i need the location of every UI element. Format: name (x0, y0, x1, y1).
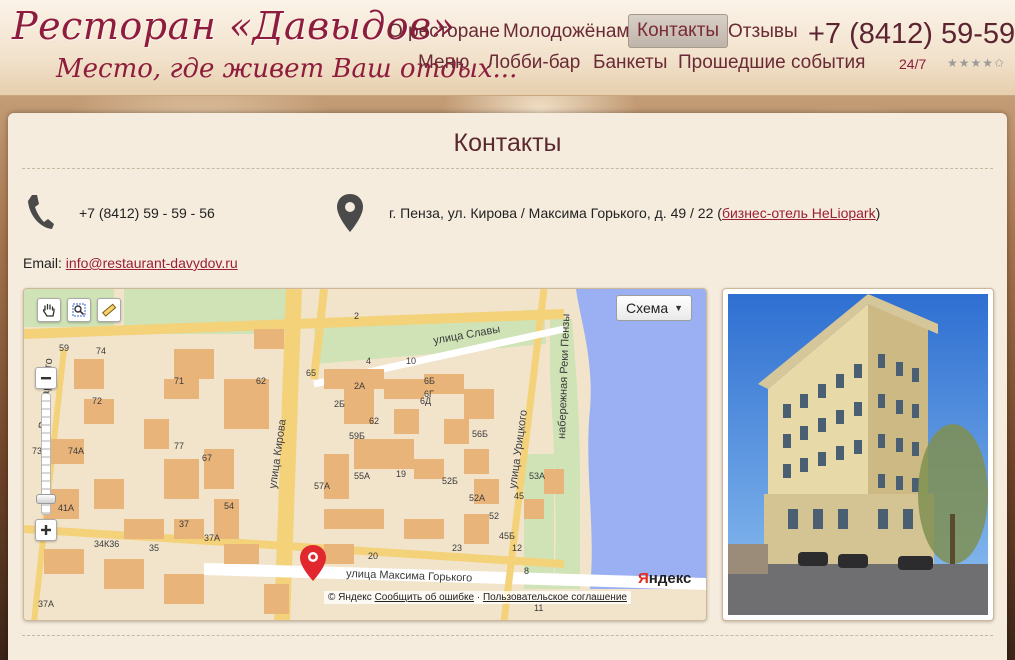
house-number: 10 (406, 356, 416, 366)
house-number: 23 (452, 543, 462, 553)
contact-address: г. Пенза, ул. Кирова / Максима Горького,… (389, 205, 880, 221)
phone-icon (25, 193, 55, 235)
house-number: 8 (524, 566, 529, 576)
house-number: 74А (68, 446, 84, 456)
house-number: 2А (354, 381, 365, 391)
nav-item-lobby-bar[interactable]: Лобби-бар (487, 52, 580, 74)
house-number: 37А (204, 533, 220, 543)
title-divider (22, 168, 993, 169)
house-number: 34К36 (94, 539, 119, 549)
chevron-down-icon: ▼ (674, 303, 684, 313)
house-number: 45 (514, 491, 524, 501)
house-number: 59 (59, 343, 69, 353)
map-canvas[interactable]: улица Славы улица Кирова улица Урицкого … (24, 289, 707, 621)
house-number: 53А (529, 471, 545, 481)
ruler-tool-icon[interactable] (97, 298, 121, 322)
nav-item-newlyweds[interactable]: Молодожёнам (503, 21, 629, 43)
zoom-in-button[interactable] (35, 519, 57, 541)
report-error-link[interactable]: Сообщить об ошибке (375, 592, 474, 603)
house-number: 45Б (499, 531, 515, 541)
house-number: 72 (92, 396, 102, 406)
house-number: 37А (38, 599, 54, 609)
house-number: 56Б (472, 429, 488, 439)
house-number: 2Б (334, 399, 345, 409)
yandex-map[interactable]: улица Славы улица Кирова улица Урицкого … (23, 288, 707, 621)
map-type-label: Схема (626, 300, 669, 316)
house-number: 2 (354, 311, 359, 321)
hours-label: 24/7 (899, 56, 927, 72)
hotel-photo[interactable] (722, 288, 994, 621)
hotel-photo-image (728, 294, 988, 615)
house-number: 62 (256, 376, 266, 386)
house-number: 6Д (420, 396, 431, 406)
house-number: 12 (512, 543, 522, 553)
house-number: 20 (368, 551, 378, 561)
nav-item-past-events[interactable]: Прошедшие события (678, 52, 865, 74)
house-number: 67 (202, 453, 212, 463)
house-number: 55А (354, 471, 370, 481)
contact-email-row: Email: info@restaurant-davydov.ru (23, 255, 238, 271)
zoom-slider-handle[interactable] (36, 493, 56, 504)
house-number: 37 (179, 519, 189, 529)
house-number: 52 (489, 511, 499, 521)
content-panel: Контакты +7 (8412) 59 - 59 - 56 г. Пенза… (8, 113, 1007, 660)
house-number: 65 (306, 368, 316, 378)
zoom-control (35, 367, 57, 543)
header-phone[interactable]: +7 (8412) 59-59-56 (808, 18, 1015, 51)
bottom-divider (22, 635, 993, 636)
nav-item-reviews[interactable]: Отзывы (728, 21, 798, 43)
address-text: г. Пенза, ул. Кирова / Максима Горького,… (389, 205, 722, 221)
map-copyright: © Яндекс Сообщить об ошибке · Пользовате… (324, 591, 631, 604)
hand-tool-icon[interactable] (37, 298, 61, 322)
address-suffix: ) (875, 205, 881, 221)
email-link[interactable]: info@restaurant-davydov.ru (66, 255, 238, 271)
site-header: Ресторан «Давыдов» Место, где живет Ваш … (0, 0, 1015, 96)
house-number: 62 (369, 416, 379, 426)
house-number: 19 (396, 469, 406, 479)
house-number: 35 (149, 543, 159, 553)
separator: · (476, 592, 481, 603)
location-pin-icon (336, 193, 364, 237)
house-number: 41А (58, 503, 74, 513)
house-number: 71 (174, 376, 184, 386)
magnifier-tool-icon[interactable] (67, 298, 91, 322)
house-number: 4 (366, 356, 371, 366)
house-number: 52А (469, 493, 485, 503)
copyright-text: © Яндекс (328, 592, 372, 603)
house-number: 54 (224, 501, 234, 511)
house-number: 77 (174, 441, 184, 451)
nav-item-contacts[interactable]: Контакты (628, 14, 729, 48)
nav-item-banquets[interactable]: Банкеты (593, 52, 667, 74)
house-number: 57А (314, 481, 330, 491)
house-number: 11 (534, 603, 543, 613)
nav-item-about[interactable]: О ресторане (388, 21, 500, 43)
house-number: 74 (96, 346, 106, 356)
page-title: Контакты (453, 129, 562, 157)
yandex-logo[interactable]: Яндекс (638, 570, 691, 587)
house-number: 59Б (349, 431, 365, 441)
yandex-logo-text: ндекс (648, 570, 692, 587)
house-number: 52Б (442, 476, 458, 486)
house-number: 6Б (424, 376, 435, 386)
hotel-link[interactable]: бизнес-отель HeLiopark (722, 205, 876, 221)
zoom-out-button[interactable] (35, 367, 57, 389)
contact-phone[interactable]: +7 (8412) 59 - 59 - 56 (79, 205, 215, 221)
nav-item-menu[interactable]: Меню (418, 52, 469, 74)
email-label: Email: (23, 255, 66, 271)
rating-stars: ★★★★✩ (947, 56, 1006, 70)
map-type-dropdown[interactable]: Схема ▼ (616, 295, 693, 321)
user-agreement-link[interactable]: Пользовательское соглашение (483, 592, 627, 603)
